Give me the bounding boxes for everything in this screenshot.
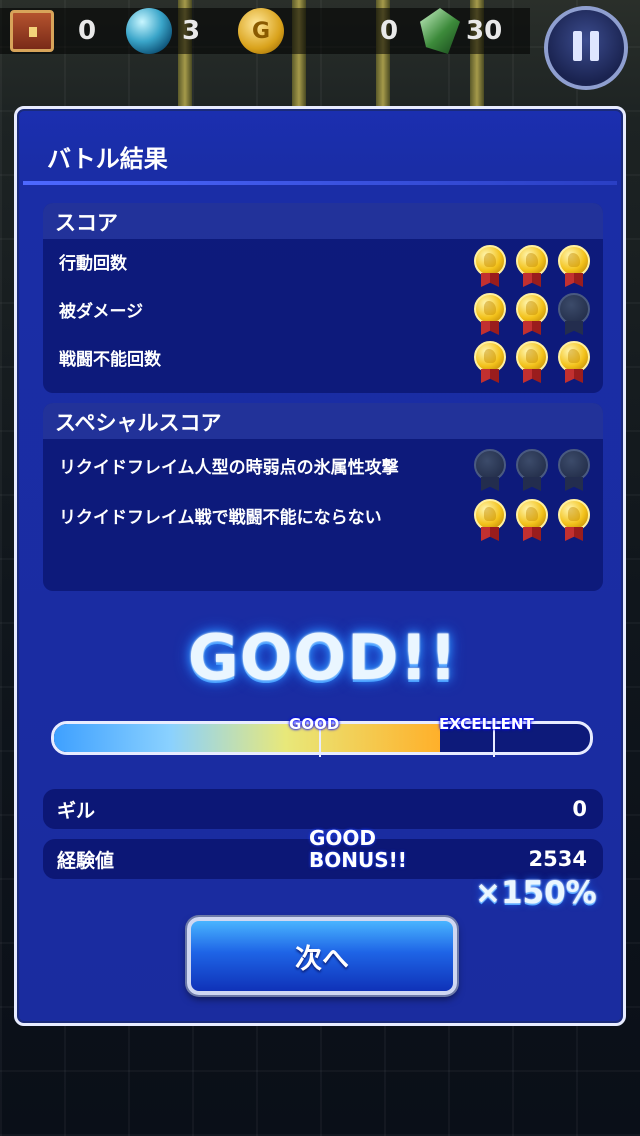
battle-result-panel: バトル結果 スコア 行動回数 被ダメージ 戦闘不能回数 スペシャルスコア リクイ… xyxy=(14,106,626,1026)
orb-count: 3 xyxy=(182,16,201,46)
gold-medal-icon xyxy=(513,341,551,385)
orb-icon xyxy=(126,8,172,54)
gold-medal-icon xyxy=(555,499,593,543)
gauge-fill xyxy=(54,724,440,752)
crystal-counter: 30 xyxy=(420,8,502,54)
score-row-medals xyxy=(471,293,593,337)
next-button[interactable]: 次へ xyxy=(187,917,457,995)
gold-medal-icon xyxy=(513,293,551,337)
bonus-multiplier: ×150% xyxy=(475,875,597,911)
score-title: スコア xyxy=(55,211,118,235)
gauge-good-label: GOOD xyxy=(289,715,340,733)
score-row-medals xyxy=(471,245,593,289)
good-bonus-text: GOOD BONUS!! xyxy=(309,827,407,871)
title-divider xyxy=(23,181,617,185)
gil-reward-row: ギル 0 xyxy=(43,789,603,829)
empty-medal-icon xyxy=(555,449,593,493)
result-grade: GOOD!! xyxy=(187,621,459,694)
orb-counter: 3 xyxy=(126,8,200,54)
gold-medal-icon xyxy=(471,341,509,385)
crystal-count: 30 xyxy=(466,16,503,46)
special-row-medals xyxy=(471,449,593,493)
score-row-medals xyxy=(471,341,593,385)
bonus-line-1: GOOD xyxy=(309,826,377,850)
gauge-excellent-label: EXCELLENT xyxy=(439,715,534,733)
special-row-label: リクイドフレイム人型の時弱点の氷属性攻撃 xyxy=(59,458,399,478)
top-hud: 0 3 G 0 30 xyxy=(0,0,640,90)
special-row-label: リクイドフレイム戦で戦闘不能にならない xyxy=(59,508,382,528)
bonus-line-2: BONUS!! xyxy=(309,848,407,872)
gil-coin-icon: G xyxy=(238,8,284,54)
score-header xyxy=(43,203,603,239)
gold-medal-icon xyxy=(471,293,509,337)
gold-medal-icon xyxy=(555,245,593,289)
treasure-count: 0 xyxy=(78,16,97,46)
score-row-label: 戦闘不能回数 xyxy=(59,350,161,370)
gil-counter: G 0 xyxy=(238,8,398,54)
gil-label: ギル xyxy=(57,800,96,822)
gold-medal-icon xyxy=(471,499,509,543)
treasure-chest-icon xyxy=(10,10,54,52)
panel-title: バトル結果 xyxy=(47,145,168,173)
exp-value: 2534 xyxy=(528,847,587,871)
gil-value: 0 xyxy=(572,797,587,821)
special-score-title: スペシャルスコア xyxy=(55,411,222,435)
gold-medal-icon xyxy=(513,245,551,289)
special-row-medals xyxy=(471,499,593,543)
gil-count: 0 xyxy=(380,16,399,46)
treasure-counter: 0 xyxy=(10,8,96,54)
gold-medal-icon xyxy=(471,245,509,289)
pause-button[interactable] xyxy=(544,6,628,90)
crystal-icon xyxy=(420,8,460,54)
score-row-label: 行動回数 xyxy=(59,254,127,274)
score-row-label: 被ダメージ xyxy=(59,302,144,322)
exp-label: 経験値 xyxy=(57,850,115,872)
special-score-section: スペシャルスコア リクイドフレイム人型の時弱点の氷属性攻撃 リクイドフレイム戦で… xyxy=(43,403,603,591)
empty-medal-icon xyxy=(471,449,509,493)
empty-medal-icon xyxy=(555,293,593,337)
score-section: スコア 行動回数 被ダメージ 戦闘不能回数 xyxy=(43,203,603,393)
gold-medal-icon xyxy=(555,341,593,385)
pause-icon xyxy=(569,31,603,65)
empty-medal-icon xyxy=(513,449,551,493)
gold-medal-icon xyxy=(513,499,551,543)
